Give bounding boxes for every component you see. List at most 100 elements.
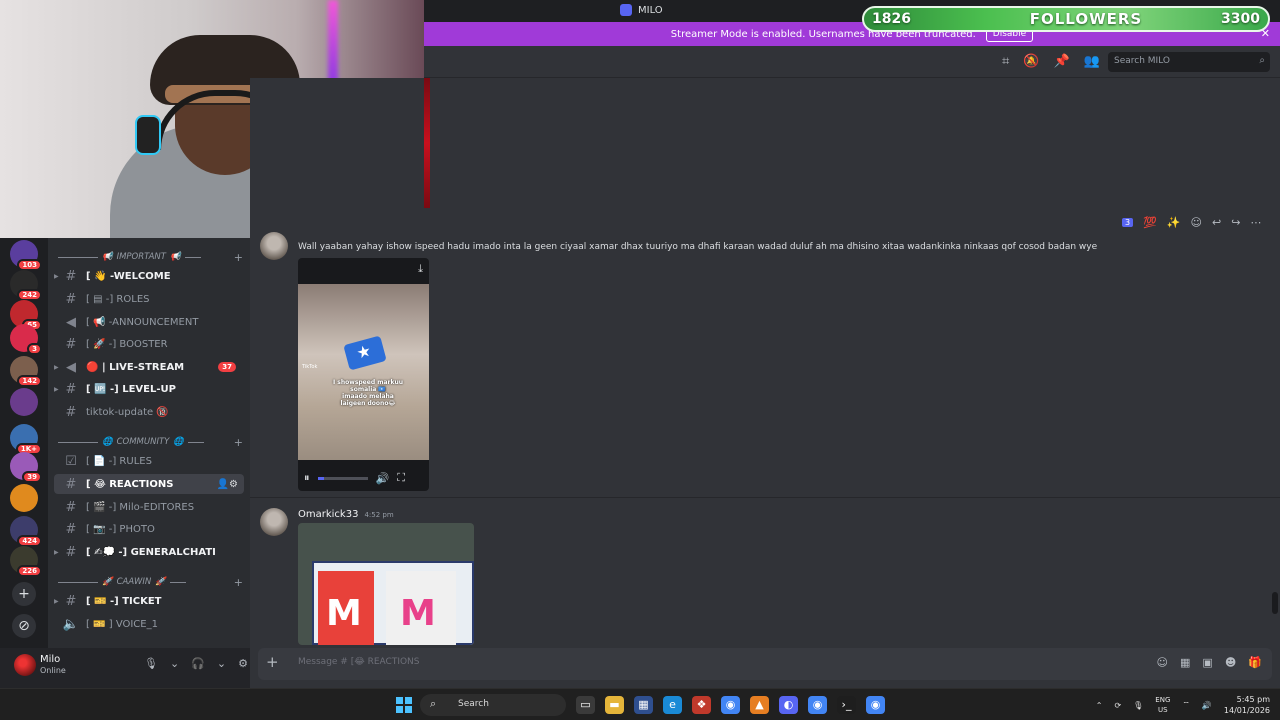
- fullscreen-icon[interactable]: ⛶: [397, 471, 405, 485]
- category-important[interactable]: 📢 IMPORTANT 📢 +: [58, 250, 243, 264]
- channel-booster[interactable]: # [ 🚀 -] BOOSTER: [54, 334, 244, 354]
- volume-icon[interactable]: 🔊: [1202, 701, 1212, 710]
- server-icon[interactable]: [10, 388, 38, 416]
- heart-icon[interactable]: 💯: [1143, 216, 1157, 229]
- reply-icon[interactable]: ↩: [1212, 216, 1221, 229]
- microphone-icon[interactable]: 🎙: [144, 657, 158, 670]
- terminal-icon[interactable]: ›_: [837, 696, 856, 714]
- taskbar-search[interactable]: ⌕ Search: [420, 694, 566, 716]
- channel-level-up[interactable]: ▶ # [ 🆙 -] LEVEL-UP: [54, 379, 244, 399]
- gif-icon[interactable]: ▦: [1180, 656, 1190, 669]
- message-header: Omarkick33 4:52 pm: [298, 509, 394, 520]
- task-view-icon[interactable]: ▭: [576, 696, 595, 714]
- chevron-down-icon[interactable]: ⌄: [217, 657, 226, 670]
- chrome-icon[interactable]: ◉: [808, 696, 827, 714]
- channel-photo[interactable]: # [ 📷 -] PHOTO: [54, 519, 244, 539]
- mic-icon[interactable]: 🎙: [1133, 701, 1143, 710]
- server-icon[interactable]: [10, 484, 38, 512]
- avatar[interactable]: [14, 654, 36, 676]
- rules-icon: ☑: [65, 453, 77, 469]
- pin-icon[interactable]: 📌: [1054, 54, 1070, 69]
- add-channel-icon[interactable]: +: [234, 576, 243, 589]
- channel-generalchat[interactable]: ▶ # [ ✍💭 -] GENERALCHATI: [54, 542, 244, 562]
- hash-icon: #: [65, 499, 77, 515]
- more-options-icon[interactable]: ⋯: [1250, 216, 1261, 229]
- add-channel-icon[interactable]: +: [234, 251, 243, 264]
- store-icon[interactable]: ▦: [634, 696, 653, 714]
- wifi-icon[interactable]: ⌔: [1182, 700, 1190, 710]
- channel-live-stream[interactable]: ▶ ◀ 🔴 | LIVE-STREAM 37: [54, 357, 244, 377]
- gift-icon[interactable]: 🎁: [1248, 656, 1262, 669]
- channel-announcement[interactable]: ◀ [ 📢 -ANNOUNCEMENT: [54, 312, 244, 332]
- members-icon[interactable]: 👥: [1084, 54, 1100, 69]
- server-icon[interactable]: 242: [10, 270, 42, 301]
- message-avatar[interactable]: [260, 232, 288, 260]
- server-icon[interactable]: 3: [10, 324, 42, 355]
- pause-icon[interactable]: ⏸: [304, 471, 310, 485]
- scrollbar[interactable]: [1272, 592, 1278, 614]
- sync-icon[interactable]: ⟳: [1114, 701, 1121, 710]
- channel-roles[interactable]: # [ ▤ -] ROLES: [54, 289, 244, 309]
- server-badge: 142: [17, 375, 42, 387]
- vlc-icon[interactable]: ▲: [750, 696, 769, 714]
- headphones-icon[interactable]: 🎧: [191, 657, 205, 670]
- channel-rules[interactable]: ☑ [ 📄 -] RULES: [54, 451, 244, 471]
- channel-settings-icons[interactable]: 👤⚙: [217, 479, 238, 490]
- message-author[interactable]: Omarkick33: [298, 509, 358, 520]
- channel-milo-editores[interactable]: # [ 🎬 -] Milo-EDITORES: [54, 497, 244, 517]
- server-icon[interactable]: 39: [10, 452, 42, 483]
- server-icon[interactable]: 142: [10, 356, 42, 387]
- message-avatar[interactable]: [260, 508, 288, 536]
- file-explorer-icon[interactable]: ▬: [605, 696, 624, 714]
- app-icon[interactable]: ❖: [692, 696, 711, 714]
- server-icon[interactable]: 103: [10, 240, 42, 271]
- username[interactable]: Milo: [40, 654, 60, 665]
- attach-plus-icon[interactable]: +: [266, 653, 284, 671]
- download-icon[interactable]: ⤓: [418, 262, 423, 276]
- add-server-icon[interactable]: +: [12, 582, 36, 606]
- mute-icon[interactable]: 🔕: [1023, 54, 1039, 69]
- volume-icon[interactable]: 🔊: [376, 472, 390, 485]
- image-attachment[interactable]: M M: [298, 523, 474, 645]
- server-icon[interactable]: 226: [10, 546, 42, 577]
- hash-icon: #: [65, 268, 77, 284]
- server-icon[interactable]: 1K+: [10, 424, 42, 455]
- channel-reactions[interactable]: # [ 😂 REACTIONS 👤⚙: [54, 474, 244, 494]
- emoji-icon[interactable]: ☻: [1225, 656, 1236, 669]
- chrome-icon[interactable]: ◉: [866, 696, 885, 714]
- video-attachment[interactable]: ⤓ TikTok I showspeed markuu somalia 🇸🇴 i…: [298, 258, 429, 491]
- category-caawin[interactable]: 🚀 CAAWIN 🚀 +: [58, 575, 243, 589]
- discord-icon[interactable]: ◐: [779, 696, 798, 714]
- message-composer[interactable]: + Message # [😂 REACTIONS ☺ ▦ ▣ ☻ 🎁: [258, 648, 1272, 680]
- expand-icon: ▶: [54, 548, 59, 556]
- channel-ticket[interactable]: ▶ # [ 🎫 -] TICKET: [54, 591, 244, 611]
- discover-icon[interactable]: ⊘: [12, 614, 36, 638]
- server-icon[interactable]: 424: [10, 516, 42, 547]
- clock[interactable]: 5:45 pm 14/01/2026: [1224, 694, 1270, 716]
- chevron-down-icon[interactable]: ⌄: [170, 657, 179, 670]
- message-input[interactable]: Message # [😂 REACTIONS: [298, 657, 420, 667]
- reaction-icon[interactable]: ✨: [1167, 216, 1181, 229]
- search-input[interactable]: Search MILO ⌕: [1108, 52, 1270, 72]
- forward-icon[interactable]: ↪: [1231, 216, 1240, 229]
- chrome-icon[interactable]: ◉: [721, 696, 740, 714]
- edge-icon[interactable]: e: [663, 696, 682, 714]
- language-indicator[interactable]: ENG US: [1155, 695, 1170, 715]
- add-channel-icon[interactable]: +: [234, 436, 243, 449]
- tray-overflow-icon[interactable]: ⌃: [1096, 701, 1103, 710]
- app-launcher-icon[interactable]: ☺: [1157, 656, 1168, 669]
- add-reaction-icon[interactable]: ☺: [1191, 216, 1202, 229]
- channel-welcome[interactable]: ▶ # [ 👋 -WELCOME: [54, 266, 244, 286]
- start-button[interactable]: [396, 697, 412, 713]
- reaction-count[interactable]: 3: [1122, 218, 1134, 227]
- threads-icon[interactable]: ⌗: [1002, 54, 1009, 69]
- sticker-icon[interactable]: ▣: [1202, 656, 1212, 669]
- video-progress-bar[interactable]: [317, 476, 368, 480]
- channel-tiktok-update[interactable]: # tiktok-update 🔞: [54, 402, 244, 422]
- category-community[interactable]: 🌐 COMMUNITY 🌐 +: [58, 435, 243, 449]
- user-panel: Milo Online 🎙 ⌄ 🎧 ⌄ ⚙: [0, 648, 250, 688]
- category-label: CAAWIN: [116, 577, 152, 587]
- hash-icon: #: [65, 544, 77, 560]
- gear-icon[interactable]: ⚙: [238, 657, 248, 670]
- channel-voice-1[interactable]: 🔈 [ 🎫 ] VOICE_1: [54, 614, 244, 634]
